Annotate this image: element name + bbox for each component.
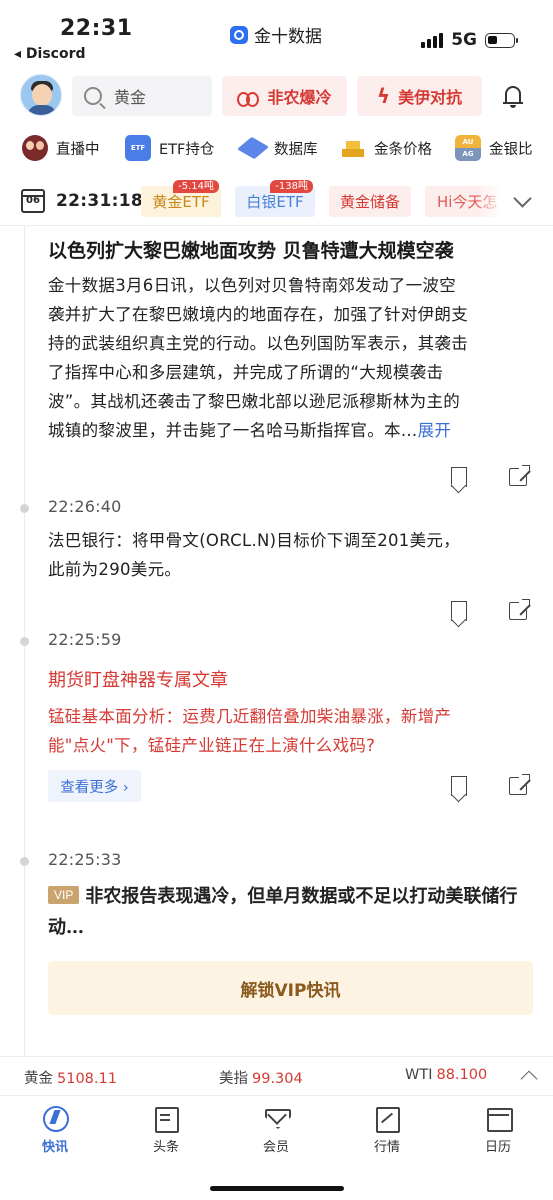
quick-nav-label: 金银比 [489,141,533,158]
status-app-name: 金十数据 [254,27,322,47]
ticker-wti[interactable]: WTI 88.100 [405,1067,487,1083]
app-header: 黄金 非农爆冷 ϟ 美伊对抗 [0,72,553,120]
filter-tag-gold-reserve[interactable]: 黄金储备 [329,186,411,217]
quick-nav-live[interactable]: 直播中 [22,135,100,161]
search-input[interactable]: 黄金 [72,76,212,116]
view-more-button[interactable]: 查看更多 › [48,770,141,802]
home-indicator[interactable] [210,1186,344,1191]
silver-etf-change-badge: -138吨 [270,180,313,193]
tab-quotes[interactable]: 行情 [332,1104,442,1155]
quick-nav-gold-bar[interactable]: 金条价格 [340,135,432,161]
share-icon[interactable] [509,464,531,486]
app-logo-icon [230,25,248,44]
expand-link[interactable]: 展开 [418,421,452,440]
status-indicators: 5G [421,30,518,50]
network-type: 5G [451,30,477,50]
nfp-topic-button[interactable]: 非农爆冷 [222,76,347,116]
vip-diamond-icon [262,1104,290,1132]
nfp-topic-label: 非农爆冷 [267,88,332,107]
filter-tag-silver-etf[interactable]: 白银ETF -138吨 [235,180,315,217]
news-body[interactable]: 锰硅基本面分析：运费几近翻倍叠加柴油暴涨，新增产 能"点火"下，锰硅产业链正在上… [48,702,526,760]
calendar-icon [484,1104,513,1132]
search-placeholder: 黄金 [114,88,147,107]
news-time: 22:25:59 [48,630,122,649]
quick-nav-au-ag[interactable]: AU AG 金银比 [455,135,533,161]
quick-nav-label: 金条价格 [374,141,432,158]
database-icon [240,135,266,161]
news-body[interactable]: 法巴银行：将甲骨文(ORCL.N)目标价下调至201美元， 此前为290美元。 [48,526,518,584]
bell-icon[interactable] [503,84,523,108]
timeline-dot [20,504,29,513]
chevron-down-icon[interactable] [513,189,532,208]
au-ag-icon: AU AG [455,135,481,161]
us-iran-topic-button[interactable]: ϟ 美伊对抗 [357,76,482,116]
news-headline[interactable]: 期货盯盘神器专属文章 [48,666,228,692]
calendar-icon[interactable]: 06 [21,189,45,213]
vip-badge: VIP [48,886,80,904]
gold-bar-icon [340,135,366,161]
filter-tag-hi[interactable]: Hi今天怎 [425,186,503,217]
live-avatar-icon [22,135,48,161]
quick-nav: 直播中 ETF ETF持仓 数据库 金条价格 AU AG 金银比 [0,130,553,166]
share-icon[interactable] [509,773,531,795]
tab-headlines[interactable]: 头条 [111,1104,221,1155]
status-time: 22:31 [60,16,133,41]
filter-bar: 06 22:31:18 黄金ETF -5.14吨 白银ETF -138吨 黄金储… [0,180,553,226]
signal-icon [421,32,444,48]
flash-icon [41,1104,69,1132]
etf-icon: ETF [125,135,151,161]
news-feed: 以色列扩大黎巴嫩地面攻势 贝鲁特遭大规模空袭 金十数据3月6日讯，以色列对贝鲁特… [0,226,553,1056]
chart-icon [373,1104,401,1133]
timeline-dot [20,857,29,866]
status-app-indicator: 金十数据 [230,22,322,47]
user-avatar[interactable] [20,74,62,116]
chevron-up-icon[interactable] [520,1070,538,1088]
binoculars-icon [237,88,260,107]
bookmark-icon[interactable] [451,601,467,621]
quick-nav-label: ETF持仓 [159,141,215,158]
news-headline[interactable]: 以色列扩大黎巴嫩地面攻势 贝鲁特遭大规模空袭 [48,236,454,263]
quick-nav-etf[interactable]: ETF ETF持仓 [125,135,214,161]
tab-flash[interactable]: 快讯 [0,1104,110,1155]
share-icon[interactable] [509,598,531,620]
current-time: 22:31:18 [56,191,143,211]
us-iran-topic-label: 美伊对抗 [398,88,463,107]
quick-nav-label: 数据库 [274,141,318,158]
battery-icon [485,32,518,48]
bookmark-icon[interactable] [451,776,467,796]
back-to-discord-link[interactable]: ◂ Discord [14,46,86,62]
news-icon [152,1104,180,1133]
market-ticker[interactable]: 黄金 5108.11 美指 99.304 WTI 88.100 [0,1056,553,1096]
tab-calendar[interactable]: 日历 [443,1104,553,1155]
bottom-tab-bar: 快讯 头条 会员 行情 日历 [0,1098,553,1200]
tab-membership[interactable]: 会员 [221,1104,331,1155]
ticker-gold[interactable]: 黄金 5108.11 [24,1067,117,1088]
status-bar: 22:31 ◂ Discord 金十数据 5G [0,0,553,64]
vip-news-headline[interactable]: VIP 非农报告表现遇冷，但单月数据或不足以打动美联储行动… [48,881,528,943]
quick-nav-label: 直播中 [56,141,100,158]
lightning-icon: ϟ [376,84,391,108]
gold-etf-change-badge: -5.14吨 [173,180,219,193]
timeline-dot [20,637,29,646]
news-time: 22:25:33 [48,850,122,869]
bookmark-icon[interactable] [451,467,467,487]
unlock-vip-button[interactable]: 解锁VIP快讯 [48,961,533,1015]
search-icon [84,87,102,105]
news-time: 22:26:40 [48,497,122,516]
filter-tag-gold-etf[interactable]: 黄金ETF -5.14吨 [141,180,221,217]
news-body[interactable]: 金十数据3月6日讯，以色列对贝鲁特南郊发动了一波空 袭并扩大了在黎巴嫩境内的地面… [48,271,518,445]
ticker-dxy[interactable]: 美指 99.304 [219,1067,303,1088]
quick-nav-database[interactable]: 数据库 [240,135,318,161]
